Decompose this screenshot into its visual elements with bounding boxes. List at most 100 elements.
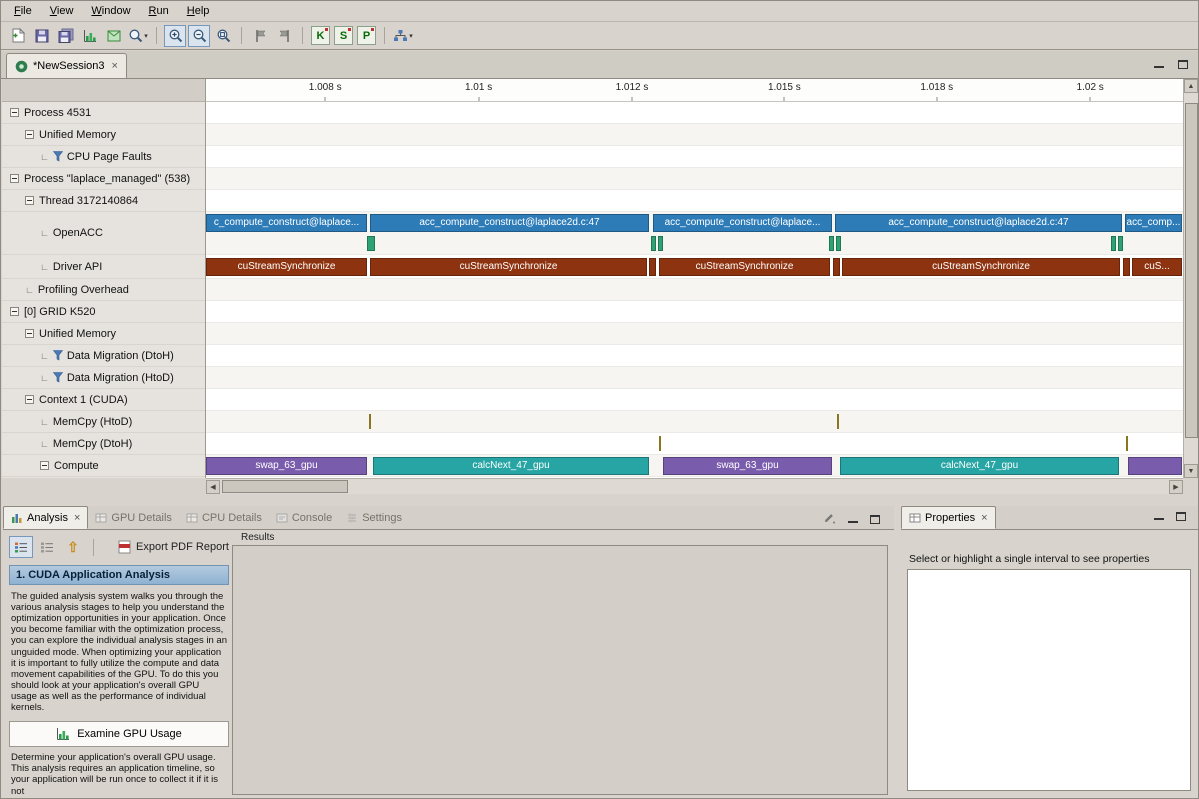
- timeline-interval-bar[interactable]: [1111, 236, 1116, 251]
- scroll-left-icon[interactable]: ◀: [206, 480, 220, 494]
- scroll-up-icon[interactable]: ▲: [1184, 79, 1198, 93]
- collapse-toggle-icon[interactable]: [10, 108, 19, 117]
- timeline-interval-bar[interactable]: cuStreamSynchronize: [659, 258, 830, 276]
- profile-chart-icon[interactable]: [79, 25, 101, 47]
- minimize-icon[interactable]: [848, 514, 858, 524]
- maximize-icon[interactable]: [1176, 512, 1186, 521]
- marker-flag-next-icon[interactable]: [249, 25, 271, 47]
- timeline-row[interactable]: [206, 190, 1183, 212]
- close-icon[interactable]: ×: [74, 512, 80, 524]
- filter-icon[interactable]: [53, 151, 63, 162]
- timeline-row[interactable]: [206, 279, 1183, 301]
- timeline-row[interactable]: [206, 102, 1183, 124]
- tree-row[interactable]: Process "laplace_managed" (538): [2, 168, 205, 190]
- kernel-toggle[interactable]: K: [311, 26, 330, 45]
- filter-icon[interactable]: [53, 350, 63, 361]
- unguided-analysis-view-icon[interactable]: [35, 536, 59, 558]
- timeline-row[interactable]: [206, 124, 1183, 146]
- scroll-down-icon[interactable]: ▼: [1184, 464, 1198, 478]
- session-tab[interactable]: *NewSession3 ×: [6, 53, 127, 78]
- tree-row[interactable]: ∟Data Migration (HtoD): [2, 367, 205, 389]
- timeline-row[interactable]: [206, 389, 1183, 411]
- tab-gpu-details[interactable]: GPU Details: [88, 506, 179, 529]
- tab-cpu-details[interactable]: CPU Details: [179, 506, 269, 529]
- tree-row[interactable]: ∟Data Migration (DtoH): [2, 345, 205, 367]
- timeline-memcpy-tick[interactable]: [837, 414, 839, 429]
- timeline-interval-bar[interactable]: [649, 258, 656, 276]
- timeline-row[interactable]: [206, 146, 1183, 168]
- timeline-interval-bar[interactable]: swap_63_gpu: [206, 457, 367, 475]
- zoom-fit-icon[interactable]: [212, 25, 234, 47]
- save-icon[interactable]: [31, 25, 53, 47]
- tree-row[interactable]: ∟Driver API: [2, 255, 205, 279]
- timeline-interval-bar[interactable]: [367, 236, 375, 251]
- timeline-hscrollbar[interactable]: ◀ ▶: [206, 478, 1183, 494]
- timeline-memcpy-tick[interactable]: [369, 414, 371, 429]
- menu-help[interactable]: Help: [178, 2, 219, 20]
- process-toggle[interactable]: P: [357, 26, 376, 45]
- timeline-memcpy-tick[interactable]: [659, 436, 661, 451]
- tree-row[interactable]: ∟Profiling Overhead: [2, 279, 205, 301]
- collapse-toggle-icon[interactable]: [40, 461, 49, 470]
- timeline-row[interactable]: swap_63_gpu calcNext_47_gpu swap_63_gpu cal…: [206, 455, 1183, 477]
- collapse-toggle-icon[interactable]: [25, 329, 34, 338]
- close-icon[interactable]: ×: [981, 512, 987, 524]
- menu-run[interactable]: Run: [140, 2, 178, 20]
- search-icon[interactable]: ▾: [127, 25, 149, 47]
- guided-analysis-view-icon[interactable]: [9, 536, 33, 558]
- analysis-tree-icon[interactable]: ▾: [392, 25, 414, 47]
- timeline-row[interactable]: [206, 323, 1183, 345]
- timeline-row[interactable]: [206, 301, 1183, 323]
- timeline-interval-bar[interactable]: cuStreamSynchronize: [370, 258, 647, 276]
- tree-row[interactable]: Unified Memory: [2, 323, 205, 345]
- tab-settings[interactable]: Settings: [339, 506, 409, 529]
- tree-row[interactable]: ∟CPU Page Faults: [2, 146, 205, 168]
- menu-window[interactable]: Window: [82, 2, 139, 20]
- timeline-vscrollbar[interactable]: ▲ ▼: [1183, 79, 1199, 478]
- tree-row[interactable]: [0] GRID K520: [2, 301, 205, 323]
- new-session-icon[interactable]: [7, 25, 29, 47]
- tree-row[interactable]: Unified Memory: [2, 124, 205, 146]
- timeline-ruler[interactable]: 1.008 s1.01 s1.012 s1.015 s1.018 s1.02 s: [206, 79, 1183, 102]
- timeline-interval-bar[interactable]: cuStreamSynchronize: [206, 258, 367, 276]
- menu-file[interactable]: File: [5, 2, 41, 20]
- collapse-toggle-icon[interactable]: [10, 174, 19, 183]
- timeline-interval-bar[interactable]: calcNext_47_gpu: [840, 457, 1119, 475]
- close-icon[interactable]: ×: [112, 60, 118, 72]
- collapse-toggle-icon[interactable]: [10, 307, 19, 316]
- tree-row[interactable]: Process 4531: [2, 102, 205, 124]
- minimize-icon[interactable]: [1154, 59, 1164, 69]
- timeline-row[interactable]: cuStreamSynchronizecuStreamSynchronizecu…: [206, 255, 1183, 279]
- report-icon[interactable]: [103, 25, 125, 47]
- stream-toggle[interactable]: S: [334, 26, 353, 45]
- export-pdf-report-button[interactable]: Export PDF Report: [112, 538, 235, 556]
- timeline-interval-bar[interactable]: [658, 236, 663, 251]
- timeline-interval-bar[interactable]: calcNext_47_gpu: [373, 457, 649, 475]
- timeline-interval-bar[interactable]: [1118, 236, 1123, 251]
- tree-row[interactable]: ∟MemCpy (HtoD): [2, 411, 205, 433]
- tree-row[interactable]: ∟MemCpy (DtoH): [2, 433, 205, 455]
- timeline-interval-bar[interactable]: cuStreamSynchronize: [842, 258, 1120, 276]
- timeline-interval-bar[interactable]: [833, 258, 840, 276]
- maximize-icon[interactable]: [870, 515, 880, 524]
- timeline-row[interactable]: [206, 433, 1183, 455]
- tree-row[interactable]: Thread 3172140864: [2, 190, 205, 212]
- filter-icon[interactable]: [53, 372, 63, 383]
- tab-properties[interactable]: Properties ×: [901, 506, 996, 529]
- timeline-interval-bar[interactable]: [829, 236, 834, 251]
- zoom-out-icon[interactable]: [188, 25, 210, 47]
- timeline-interval-bar[interactable]: swap_63_gpu: [663, 457, 832, 475]
- zoom-in-icon[interactable]: [164, 25, 186, 47]
- vscroll-thumb[interactable]: [1185, 103, 1198, 438]
- timeline-interval-bar[interactable]: acc_comp...: [1125, 214, 1182, 232]
- minimize-icon[interactable]: [1154, 511, 1164, 521]
- save-all-icon[interactable]: [55, 25, 77, 47]
- timeline-interval-bar[interactable]: cuS...: [1132, 258, 1182, 276]
- timeline-interval-bar[interactable]: [1123, 258, 1130, 276]
- collapse-toggle-icon[interactable]: [25, 395, 34, 404]
- timeline-row[interactable]: c_compute_construct@laplace...acc_comput…: [206, 212, 1183, 255]
- timeline-interval-bar[interactable]: [651, 236, 656, 251]
- tab-console[interactable]: Console: [269, 506, 339, 529]
- timeline-interval-bar[interactable]: acc_compute_construct@laplace2d.c:47: [835, 214, 1122, 232]
- examine-gpu-usage-button[interactable]: Examine GPU Usage: [9, 721, 229, 747]
